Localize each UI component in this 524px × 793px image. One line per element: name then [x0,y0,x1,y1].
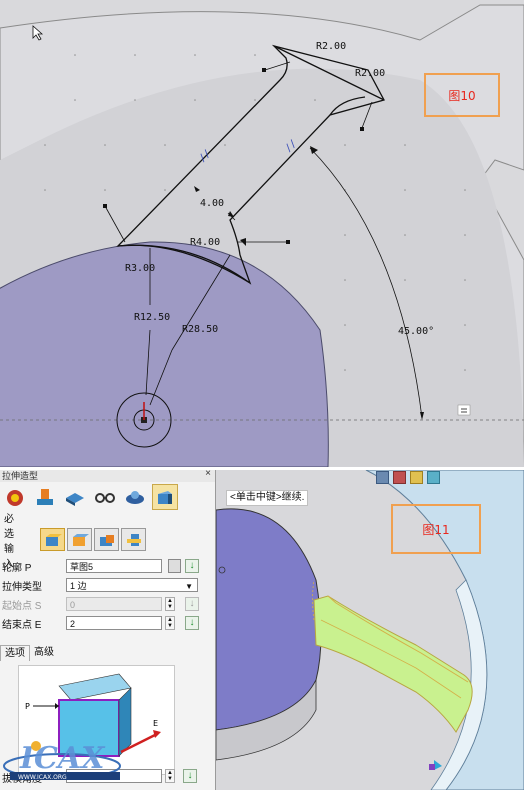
dim-r28[interactable]: R28.50 [182,324,218,335]
glasses-icon[interactable] [92,484,118,510]
dim-r4[interactable]: R4.00 [190,237,220,248]
options-tabs: 选项 高级 [0,645,210,661]
logo-url: WWW.ICAX.ORG [18,774,67,781]
end-point-marker [429,764,435,770]
mode-subtract-icon[interactable] [67,528,92,551]
figure-label-10: 图10 [424,73,500,117]
end-point-field[interactable]: 2 [66,616,162,630]
status-hint: <单击中键>继续. [226,490,309,506]
dim-r2-right[interactable]: R2.00 [355,68,385,79]
preview-p-label: P [25,702,30,711]
viewport-toolbar [376,471,440,484]
extrude-type-select[interactable]: 1 边 ▼ [66,578,198,592]
profile-label: 轮廓 P [2,562,32,574]
draft-angle-spinner[interactable]: ▲ ▼ [165,769,175,783]
view-tool-icon-4[interactable] [427,471,440,484]
sketch-canvas[interactable]: R2.00 R2.00 4.00 R4.00 R3.00 R12.50 R28.… [0,0,524,467]
end-point-arrow-down-icon[interactable]: ↓ [185,616,199,630]
profile-arrow-down-icon[interactable]: ↓ [185,559,199,573]
extrude-icon[interactable] [152,484,178,510]
surface-icon[interactable] [122,484,148,510]
dim-offset-4[interactable]: 4.00 [200,198,224,209]
dim-angle[interactable]: 45.00° [398,326,434,337]
extrude-panel: 拉伸造型 × 必选输入 轮廓 P 草图5 ↓ 拉伸类型 1 边 ▼ 起始点 S … [0,468,216,790]
extrude-mode-group [40,528,146,551]
profile-row: 轮廓 P 草图5 ↓ [2,558,212,574]
tab-advanced[interactable]: 高级 [30,645,58,660]
dim-r2-top[interactable]: R2.00 [316,41,346,52]
extrude-add-icon[interactable] [2,484,28,510]
extrude-type-label: 拉伸类型 [2,581,42,593]
sketch-view[interactable]: R2.00 R2.00 4.00 R4.00 R3.00 R12.50 R28.… [0,0,524,467]
draft-angle-arrow-down-icon[interactable]: ↓ [183,769,197,783]
view-tool-icon-2[interactable] [393,471,406,484]
feature-type-toolbar [2,484,178,512]
minus-icon[interactable] [457,404,471,416]
start-point-label: 起始点 S [2,600,42,612]
icax-logo: ICAX WWW.ICAX.ORG [0,722,130,790]
end-point-label: 结束点 E [2,619,42,631]
solid-icon[interactable] [62,484,88,510]
profile-field[interactable]: 草图5 [66,559,162,573]
close-icon[interactable]: × [205,468,211,479]
start-point-spinner: ▲ ▼ [165,597,175,611]
tab-options[interactable]: 选项 [0,645,30,661]
dim-r3[interactable]: R3.00 [125,263,155,274]
start-point-arrow-down-icon: ↓ [185,597,199,611]
preview-e-label: E [153,719,158,728]
panel-title: 拉伸造型 [2,471,39,481]
chevron-down-icon: ▼ [185,582,193,591]
view-tool-icon-3[interactable] [410,471,423,484]
mode-add-icon[interactable] [40,528,65,551]
end-point-spinner[interactable]: ▲ ▼ [165,616,175,630]
3d-viewport[interactable]: <单击中键>继续. 图11 [216,470,524,790]
dim-r12[interactable]: R12.50 [134,312,170,323]
view-tool-icon-1[interactable] [376,471,389,484]
profile-pick-icon[interactable] [168,559,181,573]
stamp-icon[interactable] [32,484,58,510]
mode-intersect-icon[interactable] [94,528,119,551]
mode-base-icon[interactable] [121,528,146,551]
start-point-field: 0 [66,597,162,611]
end-point-row: 结束点 E 2 ▲ ▼ ↓ [2,615,212,631]
figure-label-11: 图11 [391,504,481,554]
extrude-type-row: 拉伸类型 1 边 ▼ [2,577,212,593]
panel-titlebar: 拉伸造型 × [0,468,215,482]
start-point-row: 起始点 S 0 ▲ ▼ ↓ [2,596,212,612]
